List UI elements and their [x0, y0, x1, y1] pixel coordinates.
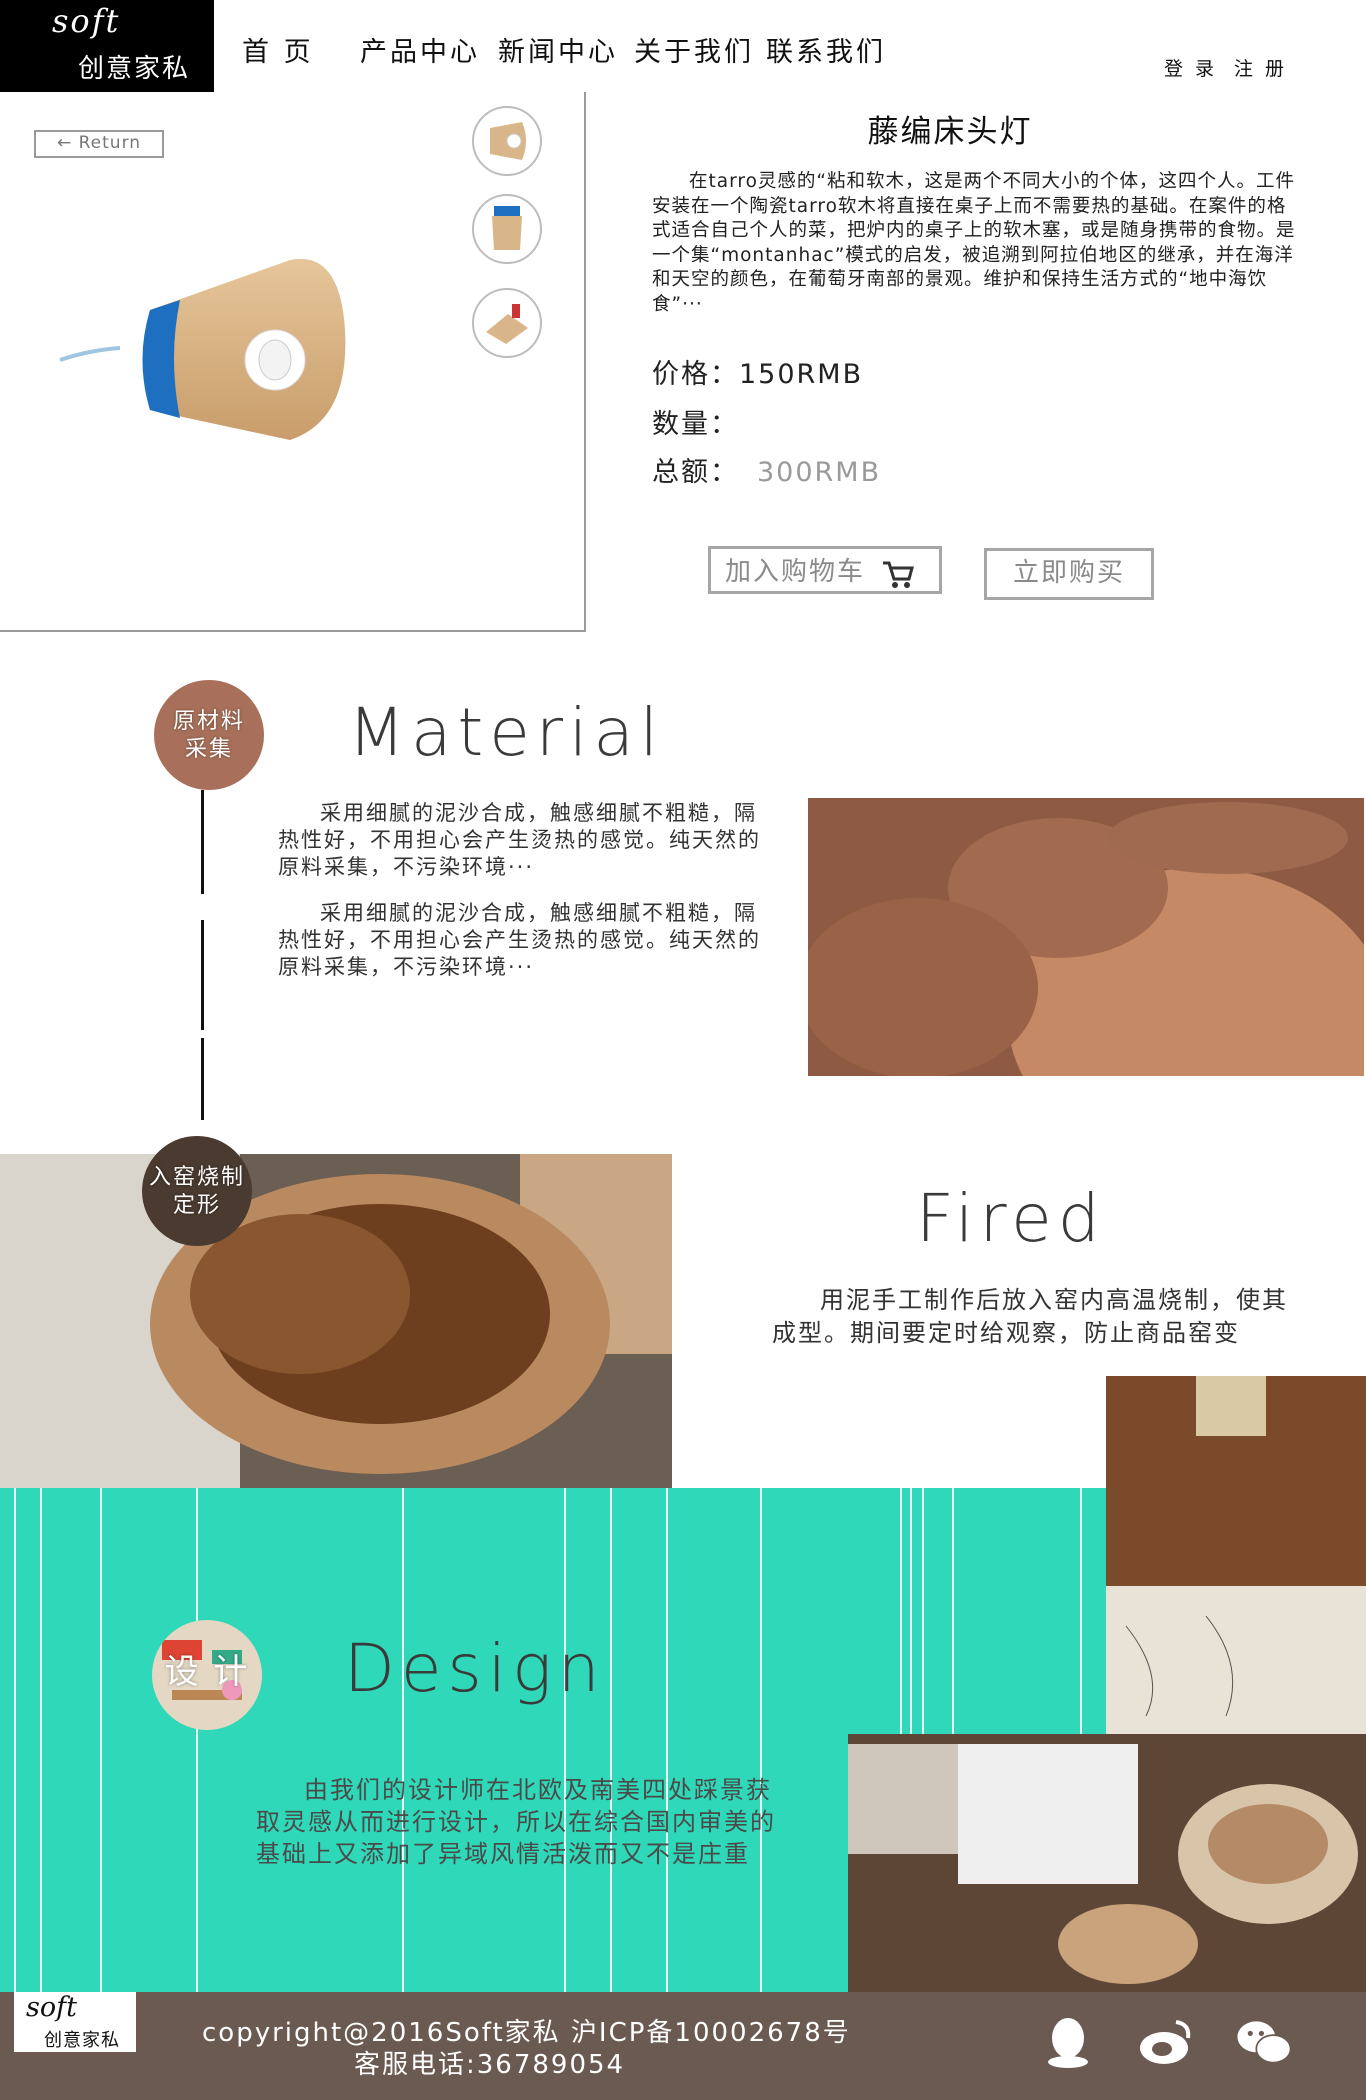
product-main-image	[59, 258, 346, 440]
price-label: 价格：	[652, 359, 739, 390]
total-label: 总额：	[652, 457, 739, 488]
pottery-hands-image	[808, 798, 1364, 1076]
product-description: 在tarro灵感的“粘和软木，这是两个不同大小的个体，这四个人。工件安装在一个陶…	[652, 171, 1296, 315]
timeline-dash	[201, 790, 204, 894]
design-badge: 设 计	[152, 1620, 262, 1730]
thumbnail-3[interactable]	[472, 288, 542, 358]
quantity-row: 数量：	[652, 402, 739, 441]
cork-tube-image	[0, 1154, 672, 1490]
design-badge-label: 设 计	[164, 1652, 250, 1692]
weibo-icon[interactable]	[1136, 2012, 1196, 2072]
workshop-image	[848, 1734, 1366, 1992]
fired-badge-line2: 定形	[172, 1193, 221, 1218]
cart-icon	[883, 561, 914, 588]
footer-logo[interactable]: soft 创意家私	[14, 1992, 136, 2052]
nav-news[interactable]: 新闻中心	[498, 30, 618, 69]
login-link[interactable]: 登 录	[1164, 54, 1217, 81]
add-to-cart-button[interactable]: 加入购物车	[708, 546, 942, 594]
material-paragraph-1: 采用细腻的泥沙合成，触感细腻不粗糙，隔热性好，不用担心会产生烫热的感觉。纯天然的…	[278, 801, 761, 879]
quantity-label: 数量：	[652, 409, 739, 440]
thumbnail-2[interactable]	[472, 194, 542, 264]
total-value: 300RMB	[757, 457, 882, 488]
nav-home[interactable]: 首 页	[242, 30, 314, 69]
return-button[interactable]: ← Return	[34, 130, 164, 158]
drawing-table-image	[1106, 1376, 1366, 1736]
service-phone: 客服电话:36789054	[354, 2050, 626, 2080]
material-badge: 原材料 采集	[154, 680, 264, 790]
material-badge-line2: 采集	[184, 737, 233, 762]
price-row: 价格：150RMB	[652, 352, 863, 391]
add-to-cart-label: 加入购物车	[725, 557, 866, 587]
material-paragraph-2: 采用细腻的泥沙合成，触感细腻不粗糙，隔热性好，不用担心会产生烫热的感觉。纯天然的…	[278, 901, 761, 979]
fired-paragraph: 用泥手工制作后放入窑内高温烧制，使其成型。期间要定时给观察，防止商品窑变	[772, 1286, 1288, 1347]
nav-contact[interactable]: 联系我们	[766, 30, 886, 69]
wechat-icon[interactable]	[1234, 2012, 1294, 2072]
register-link[interactable]: 注 册	[1234, 54, 1287, 81]
material-badge-line1: 原材料	[172, 709, 245, 734]
timeline-dash	[201, 1038, 204, 1120]
fired-title: Fired	[916, 1180, 1106, 1257]
timeline-dash	[201, 920, 204, 1030]
total-row: 总额： 300RMB	[652, 450, 881, 489]
product-title: 藤编床头灯	[867, 114, 1033, 150]
brand-chinese: 创意家私	[78, 54, 191, 84]
buy-now-button[interactable]: 立即购买	[984, 548, 1154, 600]
thumbnail-1[interactable]	[472, 106, 542, 176]
qq-icon[interactable]	[1038, 2012, 1098, 2072]
fired-badge: 入窑烧制 定形	[142, 1136, 252, 1246]
nav-products[interactable]: 产品中心	[360, 30, 480, 69]
brand-english: soft	[52, 2, 121, 40]
footer-brand-chinese: 创意家私	[44, 2030, 120, 2051]
material-title: Material	[348, 694, 665, 771]
fired-badge-line1: 入窑烧制	[148, 1165, 245, 1190]
site-logo[interactable]: soft 创意家私	[0, 0, 214, 92]
nav-about[interactable]: 关于我们	[634, 30, 754, 69]
design-title: Design	[344, 1630, 606, 1707]
design-paragraph: 由我们的设计师在北欧及南美四处踩景获取灵感从而进行设计，所以在综合国内审美的基础…	[256, 1776, 776, 1868]
footer-brand-english: soft	[26, 1992, 77, 2023]
price-value: 150RMB	[739, 359, 864, 390]
